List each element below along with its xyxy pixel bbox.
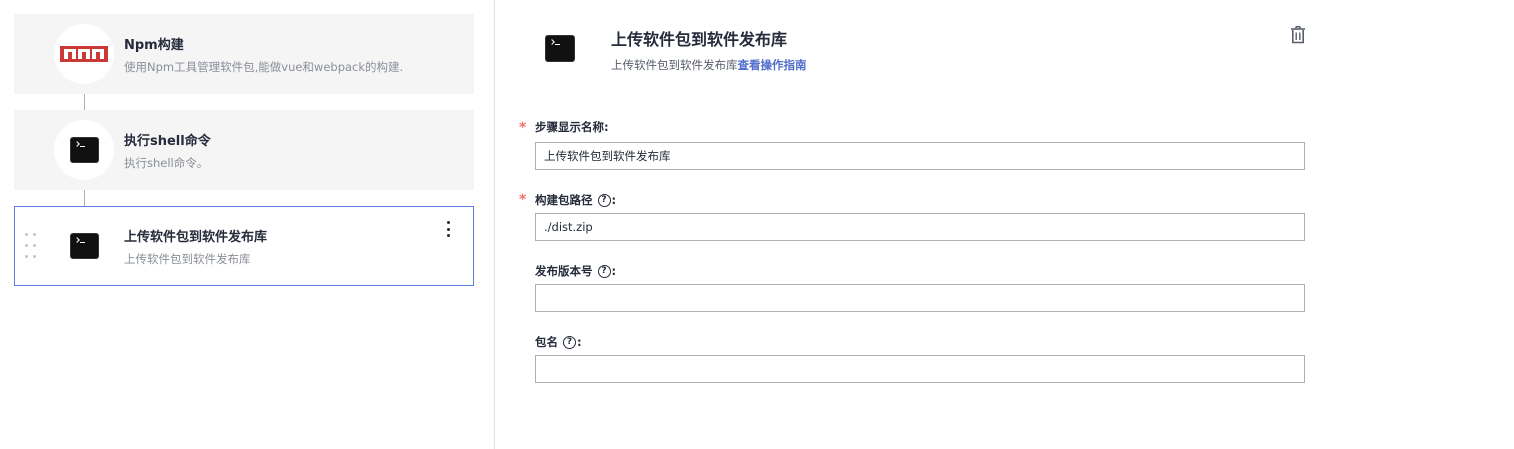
help-icon[interactable]: ?	[597, 264, 611, 278]
trash-icon[interactable]	[1290, 26, 1306, 44]
step-card-shell[interactable]: 执行shell命令 执行shell命令。	[14, 110, 474, 190]
step-description: 执行shell命令。	[124, 156, 209, 170]
required-marker: *	[519, 192, 527, 208]
version-label-text: 发布版本号	[535, 264, 593, 278]
help-icon[interactable]: ?	[563, 335, 576, 349]
app-root: Npm构建 使用Npm工具管理软件包,能做vue和webpack的构建. 执行s…	[0, 0, 1514, 449]
step-card-npm-build[interactable]: Npm构建 使用Npm工具管理软件包,能做vue和webpack的构建.	[14, 14, 474, 94]
detail-subtitle: 上传软件包到软件发布库查看操作指南	[611, 57, 807, 73]
label-colon: :	[577, 335, 582, 349]
label-colon: :	[611, 193, 617, 207]
step-title: 执行shell命令	[124, 134, 211, 149]
step-connector	[84, 190, 85, 206]
build-path-label: 构建包路径 ? :	[535, 192, 616, 208]
step-card-upload-release[interactable]: 上传软件包到软件发布库 上传软件包到软件发布库	[14, 206, 474, 286]
terminal-icon	[70, 138, 98, 162]
step-title: 上传软件包到软件发布库	[124, 230, 268, 245]
step-list: Npm构建 使用Npm工具管理软件包,能做vue和webpack的构建. 执行s…	[0, 0, 494, 449]
panel-divider	[494, 0, 495, 449]
step-icon-wrapper	[54, 120, 114, 180]
display-name-input[interactable]	[535, 142, 1305, 170]
step-connector	[84, 94, 85, 110]
required-marker: *	[519, 120, 527, 136]
guide-link[interactable]: 查看操作指南	[738, 58, 807, 72]
version-label: 发布版本号 ? :	[535, 263, 616, 279]
drag-handle-icon[interactable]	[25, 233, 37, 261]
detail-title: 上传软件包到软件发布库	[611, 30, 788, 49]
build-path-input[interactable]	[535, 213, 1305, 241]
step-description: 上传软件包到软件发布库	[124, 252, 251, 266]
detail-icon-wrapper	[546, 36, 574, 61]
terminal-icon	[546, 36, 574, 61]
package-name-label-text: 包名	[535, 335, 558, 349]
version-input[interactable]	[535, 284, 1305, 312]
npm-logo-icon	[60, 46, 108, 62]
more-options-icon[interactable]	[445, 221, 451, 237]
display-name-label-text: 步骤显示名称:	[535, 120, 609, 134]
help-icon[interactable]: ?	[597, 193, 611, 207]
terminal-icon	[70, 234, 98, 258]
step-title: Npm构建	[124, 38, 184, 53]
label-colon: :	[611, 264, 617, 278]
package-name-label: 包名 ? :	[535, 334, 582, 350]
detail-subtitle-text: 上传软件包到软件发布库	[611, 58, 738, 72]
build-path-label-text: 构建包路径	[535, 193, 593, 207]
package-name-input[interactable]	[535, 355, 1305, 383]
step-description: 使用Npm工具管理软件包,能做vue和webpack的构建.	[124, 60, 404, 74]
step-icon-wrapper	[54, 216, 114, 276]
display-name-label: 步骤显示名称:	[535, 119, 609, 135]
step-icon-wrapper	[54, 24, 114, 84]
